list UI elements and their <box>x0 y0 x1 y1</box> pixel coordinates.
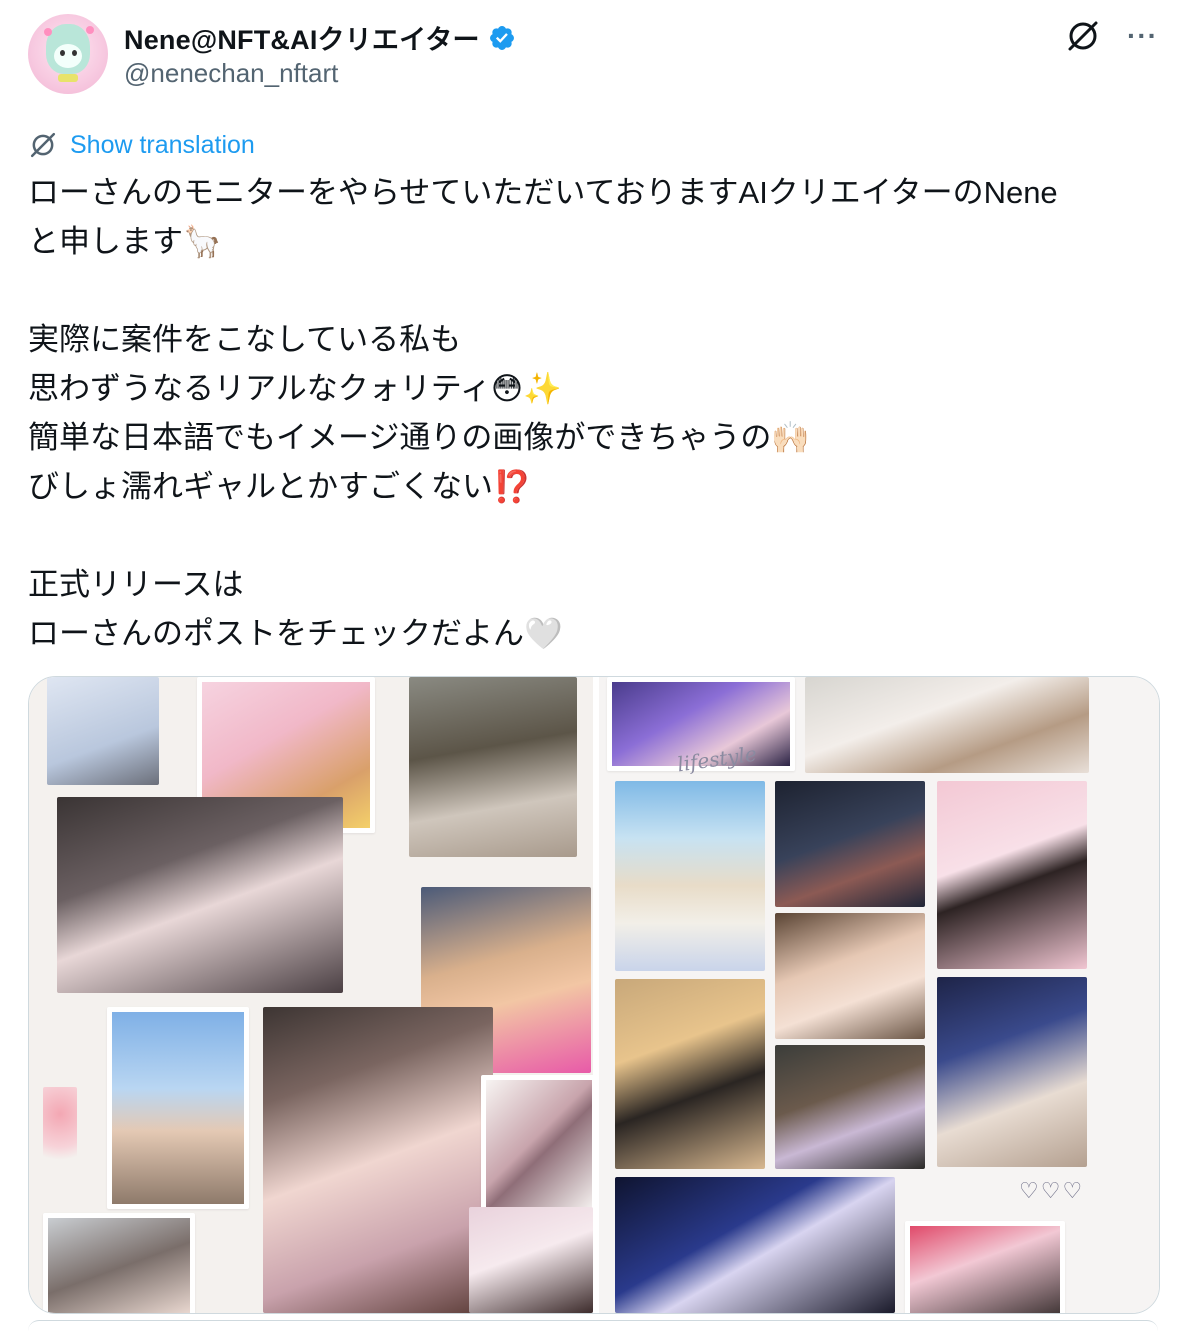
verified-badge-icon <box>489 25 514 50</box>
collage-photo <box>615 1177 895 1313</box>
collage-photo <box>47 677 159 785</box>
tweet-actions: ··· <box>1065 18 1158 54</box>
tweet-text: ローさんのモニターをやらせていただいておりますAIクリエイターのNene と申し… <box>28 175 1058 651</box>
collage-photo <box>615 781 765 971</box>
collage-photo <box>805 677 1089 773</box>
collage-image-right[interactable]: lifestyle ♡♡♡ <box>599 677 1159 1313</box>
collage-photo <box>615 979 765 1169</box>
alpaca-eye <box>72 50 77 56</box>
alpaca-bow <box>58 74 78 82</box>
next-card-edge <box>28 1320 1158 1331</box>
collage-photo <box>775 1045 925 1169</box>
grok-icon <box>30 132 56 158</box>
grok-button[interactable] <box>1065 18 1101 54</box>
show-translation-link[interactable]: Show translation <box>70 131 255 160</box>
collage-photo <box>43 1213 195 1313</box>
author-name-row[interactable]: Nene@NFT&AIクリエイター <box>124 18 516 57</box>
author-handle[interactable]: @nenechan_nftart <box>124 58 338 89</box>
collage-photo <box>469 1207 593 1313</box>
collage-photo <box>409 677 577 857</box>
alpaca-face <box>54 44 82 68</box>
flower-decoration <box>44 28 52 36</box>
more-options-button[interactable]: ··· <box>1127 22 1158 50</box>
flower-decoration <box>86 26 94 34</box>
grok-icon <box>1068 21 1098 51</box>
translation-row[interactable]: Show translation <box>28 130 255 160</box>
flower-decoration <box>43 1087 77 1177</box>
collage-photo <box>937 781 1087 969</box>
collage-photo <box>481 1075 593 1217</box>
collage-photo <box>775 781 925 907</box>
display-name[interactable]: Nene@NFT&AIクリエイター <box>124 18 480 57</box>
avatar[interactable] <box>28 14 108 94</box>
collage-photo <box>775 913 925 1039</box>
collage-image-left[interactable] <box>29 677 599 1313</box>
collage-photo <box>107 1007 249 1209</box>
hearts-decoration: ♡♡♡ <box>1019 1179 1085 1204</box>
collage-photo <box>937 977 1087 1167</box>
collage-photo <box>57 797 343 993</box>
collage-photo <box>905 1221 1065 1313</box>
alpaca-eye <box>60 50 65 56</box>
collage-photo <box>263 1007 493 1313</box>
tweet-media[interactable]: lifestyle ♡♡♡ <box>28 676 1160 1314</box>
